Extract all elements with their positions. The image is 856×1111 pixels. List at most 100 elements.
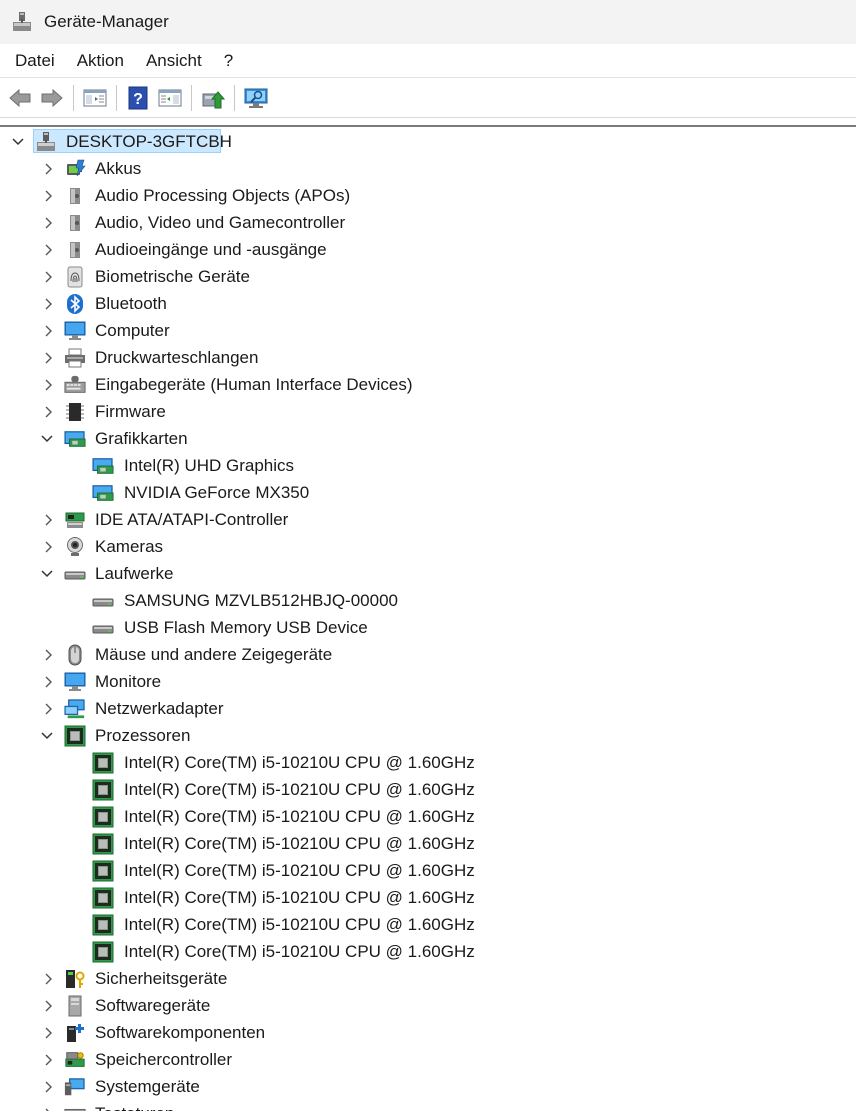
tree-device-row[interactable]: Intel(R) Core(TM) i5-10210U CPU @ 1.60GH… bbox=[0, 884, 856, 911]
title-bar: Geräte-Manager bbox=[0, 0, 856, 44]
tree-device-row[interactable]: Intel(R) UHD Graphics bbox=[0, 452, 856, 479]
chevron-right-icon[interactable] bbox=[42, 702, 56, 716]
processor-icon bbox=[92, 887, 114, 909]
tree-device-row[interactable]: Intel(R) Core(TM) i5-10210U CPU @ 1.60GH… bbox=[0, 749, 856, 776]
tree-item-label: Computer bbox=[95, 320, 170, 340]
tree-item-label: Grafikkarten bbox=[95, 428, 188, 448]
tree-category-row[interactable]: Druckwarteschlangen bbox=[0, 344, 856, 371]
chip-icon bbox=[64, 401, 86, 423]
fingerprint-icon bbox=[64, 266, 86, 288]
chevron-right-icon[interactable] bbox=[42, 540, 56, 554]
security-key-icon bbox=[64, 968, 86, 990]
tree-category-row[interactable]: Kameras bbox=[0, 533, 856, 560]
tree-category-row[interactable]: Softwarekomponenten bbox=[0, 1019, 856, 1046]
tree-category-row[interactable]: Grafikkarten bbox=[0, 425, 856, 452]
chevron-right-icon[interactable] bbox=[42, 405, 56, 419]
tree-item-label: IDE ATA/ATAPI-Controller bbox=[95, 509, 289, 529]
speaker-icon bbox=[64, 239, 86, 261]
tree-device-row[interactable]: USB Flash Memory USB Device bbox=[0, 614, 856, 641]
keyboard-hid-icon bbox=[64, 374, 86, 396]
processor-icon bbox=[64, 725, 86, 747]
menu-ansicht[interactable]: Ansicht bbox=[135, 47, 213, 75]
chevron-right-icon[interactable] bbox=[42, 189, 56, 203]
back-button[interactable] bbox=[6, 84, 34, 112]
tree-device-row[interactable]: Intel(R) Core(TM) i5-10210U CPU @ 1.60GH… bbox=[0, 911, 856, 938]
chevron-down-icon[interactable] bbox=[40, 432, 54, 446]
tree-category-row[interactable]: Systemgeräte bbox=[0, 1073, 856, 1100]
chevron-right-icon[interactable] bbox=[42, 243, 56, 257]
chevron-right-icon[interactable] bbox=[42, 1107, 56, 1111]
tree-item-label: SAMSUNG MZVLB512HBJQ-00000 bbox=[124, 590, 398, 610]
tree-item-label: Sicherheitsgeräte bbox=[95, 968, 228, 988]
tree-category-row[interactable]: Audio Processing Objects (APOs) bbox=[0, 182, 856, 209]
tree-device-row[interactable]: SAMSUNG MZVLB512HBJQ-00000 bbox=[0, 587, 856, 614]
tree-category-row[interactable]: Firmware bbox=[0, 398, 856, 425]
chevron-right-icon[interactable] bbox=[42, 1053, 56, 1067]
menu-aktion[interactable]: Aktion bbox=[66, 47, 135, 75]
processor-icon bbox=[92, 941, 114, 963]
tree-device-row[interactable]: Intel(R) Core(TM) i5-10210U CPU @ 1.60GH… bbox=[0, 803, 856, 830]
tree-category-row[interactable]: Bluetooth bbox=[0, 290, 856, 317]
tree-category-row[interactable]: Audio, Video und Gamecontroller bbox=[0, 209, 856, 236]
tree-device-row[interactable]: Intel(R) Core(TM) i5-10210U CPU @ 1.60GH… bbox=[0, 776, 856, 803]
show-hide-action-pane-button[interactable] bbox=[156, 84, 184, 112]
chevron-right-icon[interactable] bbox=[42, 1026, 56, 1040]
tree-root-label: DESKTOP-3GFTCBH bbox=[66, 131, 232, 151]
scan-hardware-changes-button[interactable] bbox=[242, 84, 270, 112]
battery-icon bbox=[64, 158, 86, 180]
menu-help[interactable]: ? bbox=[213, 47, 244, 75]
tree-category-row[interactable]: Netzwerkadapter bbox=[0, 695, 856, 722]
processor-icon bbox=[92, 833, 114, 855]
tree-device-row[interactable]: Intel(R) Core(TM) i5-10210U CPU @ 1.60GH… bbox=[0, 938, 856, 965]
tree-category-row[interactable]: IDE ATA/ATAPI-Controller bbox=[0, 506, 856, 533]
chevron-down-icon[interactable] bbox=[40, 729, 54, 743]
tree-item-label: Intel(R) Core(TM) i5-10210U CPU @ 1.60GH… bbox=[124, 779, 475, 799]
tree-category-row[interactable]: Speichercontroller bbox=[0, 1046, 856, 1073]
tree-category-row[interactable]: Monitore bbox=[0, 668, 856, 695]
tree-item-label: Systemgeräte bbox=[95, 1076, 200, 1096]
tree-category-row[interactable]: Sicherheitsgeräte bbox=[0, 965, 856, 992]
chevron-right-icon[interactable] bbox=[42, 972, 56, 986]
tree-category-row[interactable]: Prozessoren bbox=[0, 722, 856, 749]
update-driver-icon bbox=[202, 90, 225, 108]
monitor-icon bbox=[64, 320, 86, 342]
tree-category-row[interactable]: Biometrische Geräte bbox=[0, 263, 856, 290]
chevron-right-icon[interactable] bbox=[42, 999, 56, 1013]
chevron-right-icon[interactable] bbox=[42, 1080, 56, 1094]
tree-category-row[interactable]: Audioeingänge und -ausgänge bbox=[0, 236, 856, 263]
processor-icon bbox=[92, 806, 114, 828]
chevron-down-icon[interactable] bbox=[40, 567, 54, 581]
tree-category-row[interactable]: Softwaregeräte bbox=[0, 992, 856, 1019]
chevron-right-icon[interactable] bbox=[42, 675, 56, 689]
update-driver-button[interactable] bbox=[199, 84, 227, 112]
tree-device-row[interactable]: Intel(R) Core(TM) i5-10210U CPU @ 1.60GH… bbox=[0, 830, 856, 857]
chevron-right-icon[interactable] bbox=[42, 378, 56, 392]
chevron-right-icon[interactable] bbox=[42, 216, 56, 230]
tree-category-row[interactable]: Laufwerke bbox=[0, 560, 856, 587]
tree-root-row[interactable]: DESKTOP-3GFTCBH bbox=[0, 128, 856, 155]
tree-device-row[interactable]: NVIDIA GeForce MX350 bbox=[0, 479, 856, 506]
tree-category-row[interactable]: Mäuse und andere Zeigegeräte bbox=[0, 641, 856, 668]
chevron-down-icon[interactable] bbox=[11, 135, 25, 149]
tree-category-row[interactable]: Eingabegeräte (Human Interface Devices) bbox=[0, 371, 856, 398]
tree-category-row[interactable]: Computer bbox=[0, 317, 856, 344]
chevron-right-icon[interactable] bbox=[42, 270, 56, 284]
chevron-right-icon[interactable] bbox=[42, 162, 56, 176]
chevron-right-icon[interactable] bbox=[42, 648, 56, 662]
disk-drive-icon bbox=[92, 590, 114, 612]
chevron-right-icon[interactable] bbox=[42, 513, 56, 527]
chevron-right-icon[interactable] bbox=[42, 351, 56, 365]
menu-datei[interactable]: Datei bbox=[4, 47, 66, 75]
tree-category-row[interactable]: Tastaturen bbox=[0, 1100, 856, 1111]
forward-button[interactable] bbox=[38, 84, 66, 112]
tree-item-label: Eingabegeräte (Human Interface Devices) bbox=[95, 374, 413, 394]
help-button[interactable]: ? bbox=[124, 84, 152, 112]
toolbar-separator bbox=[116, 84, 117, 111]
speaker-icon bbox=[64, 212, 86, 234]
tree-category-row[interactable]: Akkus bbox=[0, 155, 856, 182]
tree-device-row[interactable]: Intel(R) Core(TM) i5-10210U CPU @ 1.60GH… bbox=[0, 857, 856, 884]
show-hide-console-tree-button[interactable] bbox=[81, 84, 109, 112]
chevron-right-icon[interactable] bbox=[42, 324, 56, 338]
chevron-right-icon[interactable] bbox=[42, 297, 56, 311]
device-manager-icon bbox=[10, 10, 34, 34]
